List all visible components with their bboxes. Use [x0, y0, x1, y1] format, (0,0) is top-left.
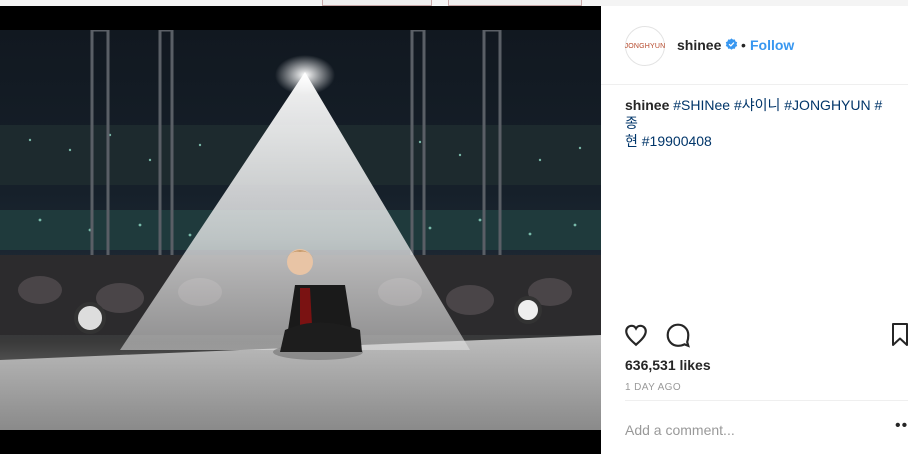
caption-username[interactable]: shinee [625, 97, 669, 113]
avatar[interactable]: JONGHYUN [625, 26, 665, 66]
comment-icon[interactable] [665, 322, 691, 348]
verified-badge-icon [725, 38, 738, 50]
divider [625, 400, 908, 401]
more-options-icon[interactable]: ••• [895, 417, 908, 435]
backdrop-tab [322, 0, 432, 6]
post-photo[interactable] [0, 30, 601, 430]
add-comment-input[interactable]: Add a comment... [625, 422, 735, 438]
post-timestamp[interactable]: 1 DAY AGO [625, 382, 681, 393]
follow-button[interactable]: Follow [750, 37, 794, 53]
likes-count[interactable]: 636,531 likes [625, 357, 711, 373]
username-link[interactable]: shinee [677, 37, 721, 53]
separator-dot: • [741, 37, 746, 53]
avatar-text: JONGHYUN [624, 42, 666, 50]
bookmark-icon[interactable] [890, 322, 908, 348]
backdrop-tab [448, 0, 582, 6]
caption-hashtags-continued[interactable]: 현 #19900408 [625, 133, 712, 149]
post-caption: shinee #SHINee #샤이니 #JONGHYUN #종 현 #1990… [625, 96, 893, 150]
post-header: JONGHYUN shinee • Follow [601, 6, 908, 85]
post-side-panel: JONGHYUN shinee • Follow shinee #SHINee … [601, 6, 908, 454]
action-bar [601, 322, 908, 350]
concert-stage-image [0, 30, 601, 430]
heart-icon[interactable] [623, 322, 649, 348]
